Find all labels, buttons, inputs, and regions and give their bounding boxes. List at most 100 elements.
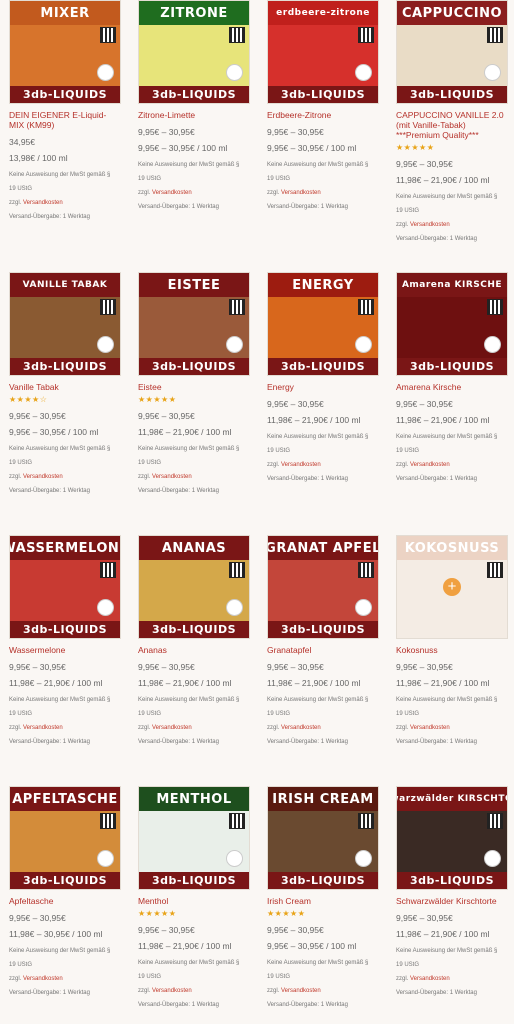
tax-note: Keine Ausweisung der MwSt gemäß § bbox=[396, 194, 498, 200]
shipping-cost-link[interactable]: Versandkosten bbox=[281, 190, 321, 196]
qr-code-icon bbox=[229, 27, 245, 43]
brand-label: 3db-LIQUIDS bbox=[397, 358, 507, 375]
product-banner: Amarena KIRSCHE bbox=[397, 273, 507, 297]
nicotine-badge-icon bbox=[97, 64, 114, 81]
product-title[interactable]: Kokosnuss bbox=[396, 645, 508, 655]
shipping-cost-link[interactable]: Versandkosten bbox=[23, 725, 63, 731]
product-price: 9,95€ – 30,95€ bbox=[138, 662, 195, 672]
brand-label: 3db-LIQUIDS bbox=[268, 872, 378, 889]
product-image[interactable]: MENTHOL 3db-LIQUIDS bbox=[138, 786, 250, 890]
product-image[interactable]: ANANAS 3db-LIQUIDS bbox=[138, 535, 250, 639]
product-title[interactable]: Eistee bbox=[138, 382, 250, 392]
nicotine-badge-icon bbox=[97, 599, 114, 616]
qr-code-icon bbox=[100, 299, 116, 315]
tax-note-ustg: 19 UStG bbox=[138, 460, 162, 466]
product-title[interactable]: Apfeltasche bbox=[9, 896, 121, 906]
product-title[interactable]: Wassermelone bbox=[9, 645, 121, 655]
shipping-cost-link[interactable]: Versandkosten bbox=[152, 725, 192, 731]
unit-price: 9,95€ – 30,95€ / 100 ml bbox=[9, 427, 99, 437]
nicotine-badge-icon bbox=[355, 599, 372, 616]
product-image[interactable]: GRANAT APFEL 3db-LIQUIDS bbox=[267, 535, 379, 639]
tax-note-ustg: 19 UStG bbox=[267, 176, 291, 182]
product-image[interactable]: IRISH CREAM 3db-LIQUIDS bbox=[267, 786, 379, 890]
shipping-note: zzgl. Versandkosten bbox=[138, 189, 250, 197]
product-card: erdbeere-zitrone 3db-LIQUIDS Erdbeere-Zitr… bbox=[267, 0, 379, 211]
shipping-cost-link[interactable]: Versandkosten bbox=[410, 462, 450, 468]
shipping-cost-link[interactable]: Versandkosten bbox=[281, 988, 321, 994]
handover-note: Versand-Übergabe: 1 Werktag bbox=[138, 204, 219, 210]
product-grid: MIXER 3db-LIQUIDS DEIN EIGENER E-Liquid-MI… bbox=[0, 0, 514, 1024]
product-image[interactable]: WASSERMELONE 3db-LIQUIDS bbox=[9, 535, 121, 639]
nicotine-badge-icon bbox=[226, 336, 243, 353]
product-image[interactable]: erdbeere-zitrone 3db-LIQUIDS bbox=[267, 0, 379, 104]
product-card: VANILLE TABAK 3db-LIQUIDS Vanille Tabak ★★★… bbox=[9, 272, 121, 495]
product-title[interactable]: Amarena Kirsche bbox=[396, 382, 508, 392]
product-banner: KOKOSNUSS bbox=[397, 536, 507, 560]
shipping-cost-link[interactable]: Versandkosten bbox=[410, 976, 450, 982]
tax-note: Keine Ausweisung der MwSt gemäß § bbox=[9, 948, 111, 954]
product-image[interactable]: ZITRONE 3db-LIQUIDS bbox=[138, 0, 250, 104]
product-title[interactable]: CAPPUCCINO VANILLE 2.0 (mit Vanille-Taba… bbox=[396, 110, 508, 140]
product-price: 9,95€ – 30,95€ bbox=[396, 399, 453, 409]
unit-price: 9,95€ – 30,95€ / 100 ml bbox=[267, 143, 357, 153]
product-title[interactable]: Irish Cream bbox=[267, 896, 379, 906]
product-title[interactable]: Menthol bbox=[138, 896, 250, 906]
tax-note-ustg: 19 UStG bbox=[9, 186, 33, 192]
shipping-cost-link[interactable]: Versandkosten bbox=[410, 222, 450, 228]
product-title[interactable]: Granatapfel bbox=[267, 645, 379, 655]
shipping-prefix: zzgl. bbox=[267, 988, 282, 994]
shipping-cost-link[interactable]: Versandkosten bbox=[152, 474, 192, 480]
product-banner: erdbeere-zitrone bbox=[268, 1, 378, 25]
tax-note: Keine Ausweisung der MwSt gemäß § bbox=[267, 162, 369, 168]
product-image[interactable]: ENERGY 3db-LIQUIDS bbox=[267, 272, 379, 376]
shipping-cost-link[interactable]: Versandkosten bbox=[23, 474, 63, 480]
brand-label: 3db-LIQUIDS bbox=[10, 86, 120, 103]
unit-price: 11,98€ – 21,90€ / 100 ml bbox=[138, 427, 232, 437]
product-image[interactable]: VANILLE TABAK 3db-LIQUIDS bbox=[9, 272, 121, 376]
handover-note: Versand-Übergabe: 1 Werktag bbox=[138, 1002, 219, 1008]
product-title[interactable]: Energy bbox=[267, 382, 379, 392]
brand-label: 3db-LIQUIDS bbox=[397, 872, 507, 889]
tax-note: Keine Ausweisung der MwSt gemäß § bbox=[396, 697, 498, 703]
product-card: ENERGY 3db-LIQUIDS Energy 9,95€ – 30,95€ 11,… bbox=[267, 272, 379, 483]
shipping-prefix: zzgl. bbox=[138, 988, 153, 994]
qr-code-icon bbox=[100, 813, 116, 829]
product-title[interactable]: Ananas bbox=[138, 645, 250, 655]
product-title[interactable]: DEIN EIGENER E-Liquid-MIX (KM99) bbox=[9, 110, 121, 130]
product-image[interactable]: Amarena KIRSCHE 3db-LIQUIDS bbox=[396, 272, 508, 376]
product-image[interactable]: CAPPUCCINO 3db-LIQUIDS bbox=[396, 0, 508, 104]
product-card: WASSERMELONE 3db-LIQUIDS Wassermelone 9,95€… bbox=[9, 535, 121, 746]
shipping-cost-link[interactable]: Versandkosten bbox=[23, 200, 63, 206]
product-image[interactable]: EISTEE 3db-LIQUIDS bbox=[138, 272, 250, 376]
product-title[interactable]: Schwarzwälder Kirschtorte bbox=[396, 896, 508, 906]
product-card: APFELTASCHE 3db-LIQUIDS Apfeltasche 9,95€ –… bbox=[9, 786, 121, 997]
shipping-cost-link[interactable]: Versandkosten bbox=[410, 725, 450, 731]
product-image[interactable]: KOKOSNUSS + bbox=[396, 535, 508, 639]
nicotine-badge-icon bbox=[484, 850, 501, 867]
product-title[interactable]: Vanille Tabak bbox=[9, 382, 121, 392]
shipping-cost-link[interactable]: Versandkosten bbox=[152, 988, 192, 994]
handover-note: Versand-Übergabe: 1 Werktag bbox=[396, 739, 477, 745]
add-icon[interactable]: + bbox=[443, 578, 461, 596]
product-image[interactable]: APFELTASCHE 3db-LIQUIDS bbox=[9, 786, 121, 890]
shipping-cost-link[interactable]: Versandkosten bbox=[23, 976, 63, 982]
qr-code-icon bbox=[100, 27, 116, 43]
unit-price: 11,98€ – 21,90€ / 100 ml bbox=[267, 415, 361, 425]
product-image[interactable]: Schwarzwälder KIRSCHTORTE 3db-LIQUIDS bbox=[396, 786, 508, 890]
star-rating: ★★★★★ bbox=[267, 909, 306, 918]
shipping-cost-link[interactable]: Versandkosten bbox=[281, 725, 321, 731]
shipping-prefix: zzgl. bbox=[138, 474, 153, 480]
shipping-prefix: zzgl. bbox=[267, 725, 282, 731]
nicotine-badge-icon bbox=[484, 336, 501, 353]
brand-label: 3db-LIQUIDS bbox=[10, 358, 120, 375]
tax-note: Keine Ausweisung der MwSt gemäß § bbox=[138, 697, 240, 703]
product-title[interactable]: Zitrone-Limette bbox=[138, 110, 250, 120]
product-title[interactable]: Erdbeere-Zitrone bbox=[267, 110, 379, 120]
unit-price: 11,98€ – 30,95€ / 100 ml bbox=[9, 929, 103, 939]
tax-note: Keine Ausweisung der MwSt gemäß § bbox=[396, 434, 498, 440]
qr-code-icon bbox=[100, 562, 116, 578]
unit-price: 13,98€ / 100 ml bbox=[9, 153, 68, 163]
shipping-cost-link[interactable]: Versandkosten bbox=[281, 462, 321, 468]
product-image[interactable]: MIXER 3db-LIQUIDS bbox=[9, 0, 121, 104]
shipping-cost-link[interactable]: Versandkosten bbox=[152, 190, 192, 196]
